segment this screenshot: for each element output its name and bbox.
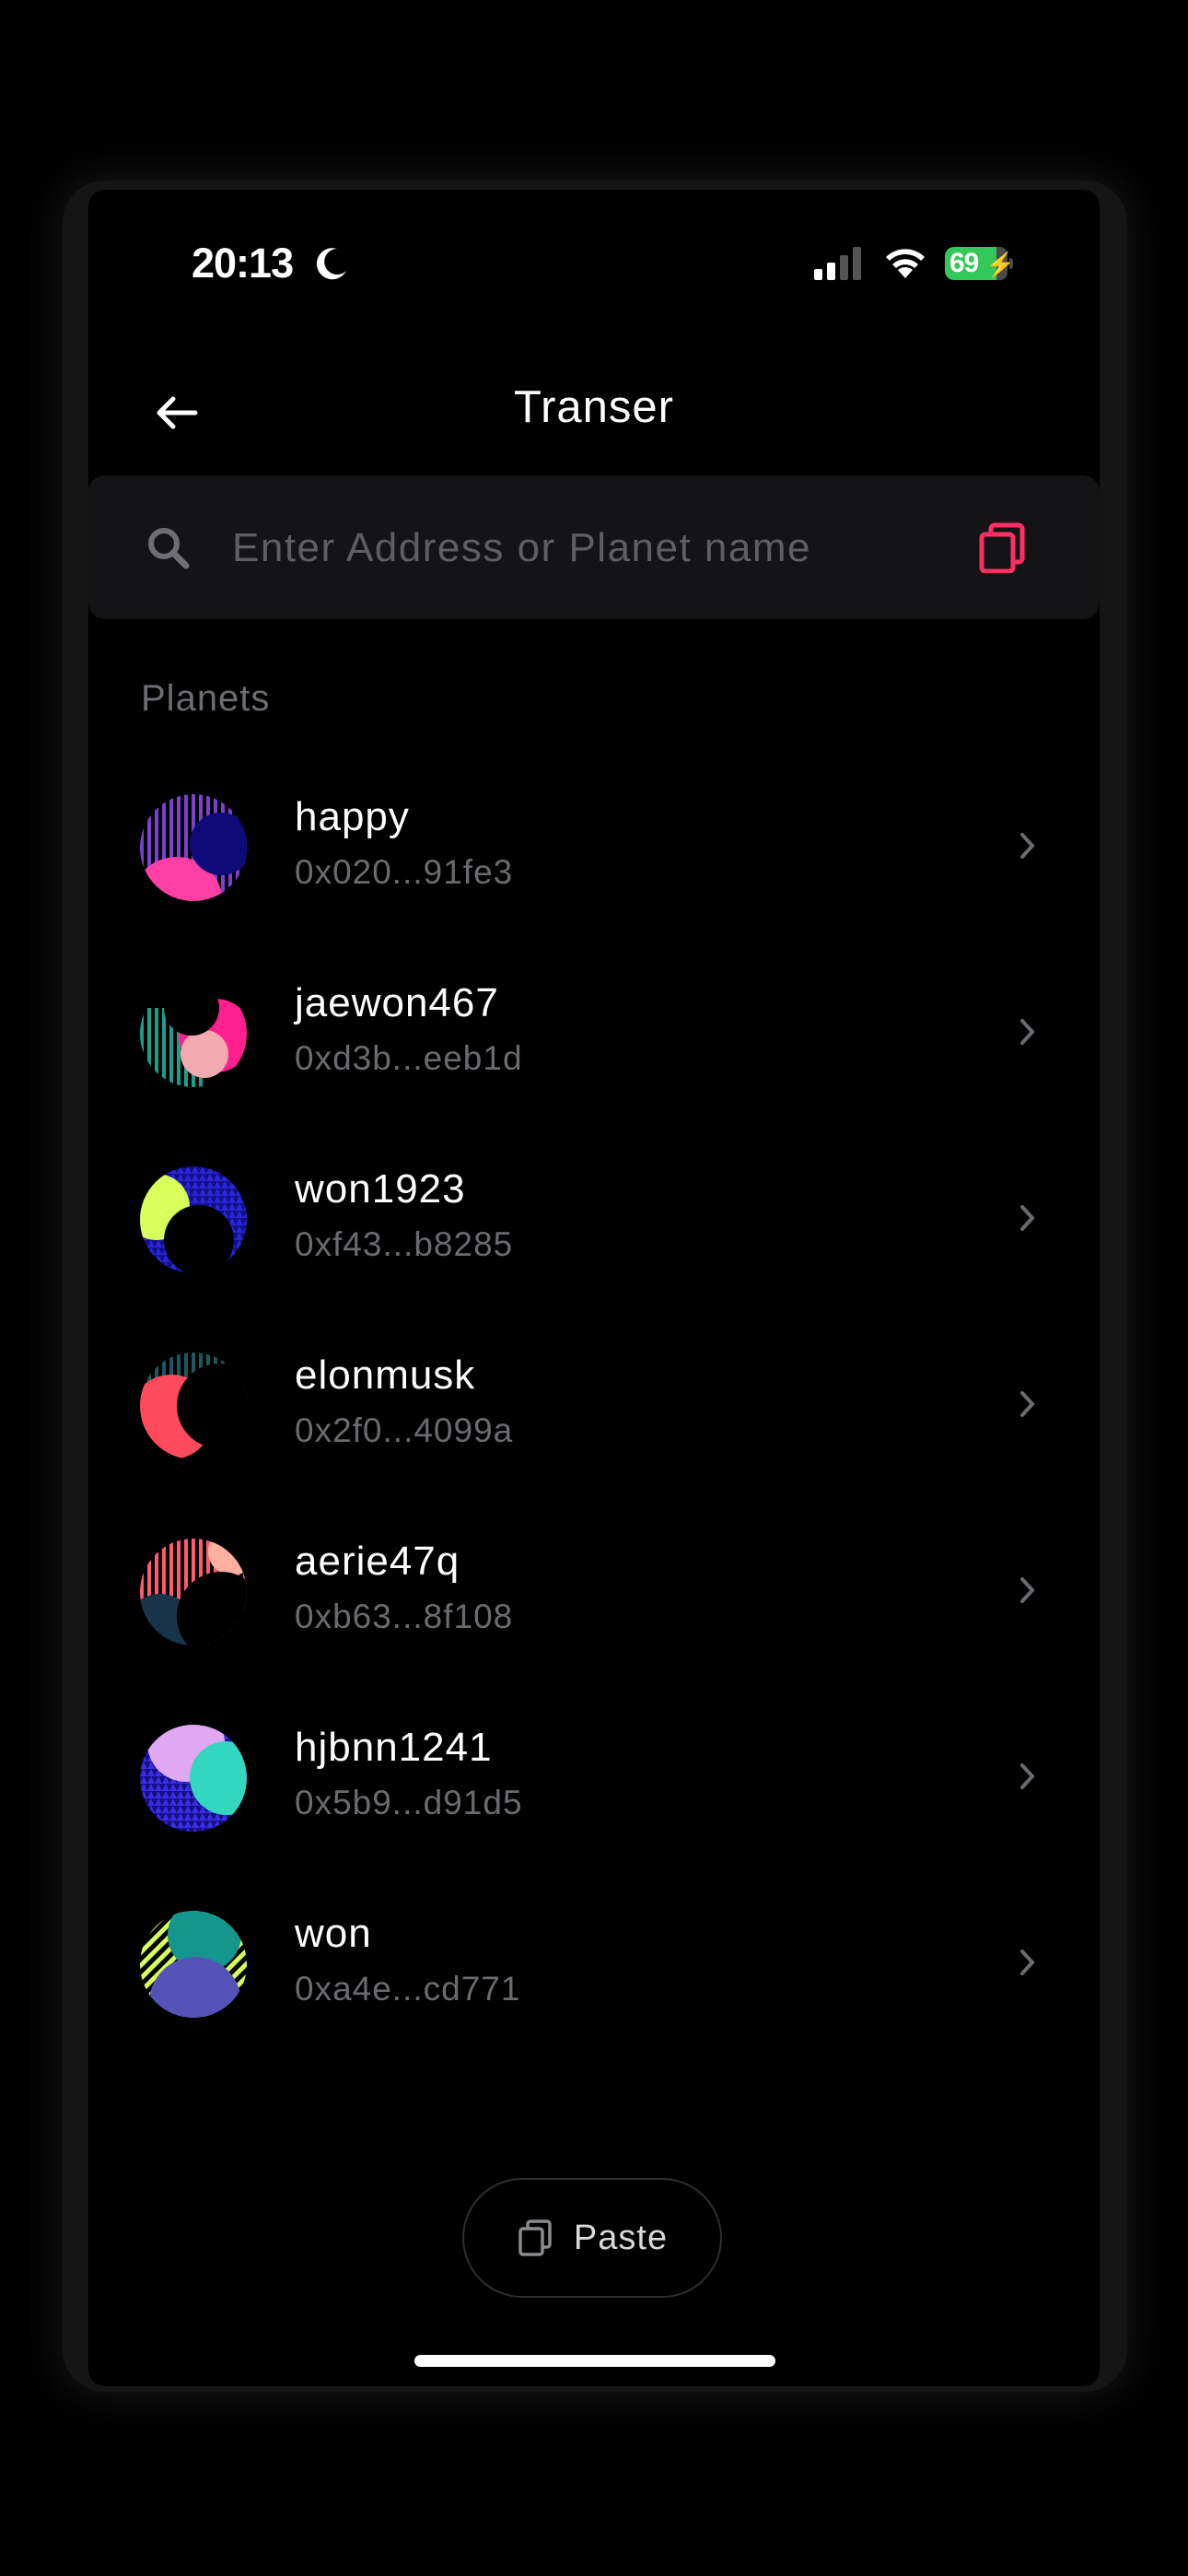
list-item[interactable]: jaewon467 0xd3b...eeb1d bbox=[88, 940, 1100, 1126]
chevron-right-icon bbox=[1020, 1205, 1035, 1231]
search-input[interactable] bbox=[230, 509, 934, 588]
battery-level: 69 bbox=[949, 248, 979, 278]
paste-button-label: Paste bbox=[573, 2218, 669, 2257]
search-bar[interactable] bbox=[88, 475, 1100, 619]
planet-name: won bbox=[295, 1911, 372, 1956]
search-icon bbox=[148, 528, 190, 569]
list-item[interactable]: hjbnn1241 0x5b9...d91d5 bbox=[88, 1684, 1100, 1870]
chevron-right-icon bbox=[1020, 1950, 1035, 1975]
moon-icon bbox=[316, 248, 346, 280]
chevron-right-icon bbox=[1020, 1391, 1035, 1417]
app-screen: 20:13 69 ⚡ Transer Planets bbox=[88, 190, 1100, 2386]
chevron-right-icon bbox=[1020, 1577, 1035, 1603]
planet-avatar-icon bbox=[140, 1352, 247, 1459]
planet-address: 0xa4e...cd771 bbox=[295, 1970, 521, 2008]
planet-avatar-icon bbox=[140, 980, 247, 1087]
planet-address: 0xd3b...eeb1d bbox=[295, 1039, 523, 1077]
planet-avatar-icon bbox=[140, 1911, 247, 2018]
home-indicator[interactable] bbox=[414, 2355, 775, 2367]
planet-avatar-icon bbox=[140, 1166, 247, 1273]
chevron-right-icon bbox=[1020, 1763, 1035, 1789]
section-label-planets: Planets bbox=[141, 678, 271, 719]
planet-name: aerie47q bbox=[295, 1539, 460, 1584]
planet-address: 0x2f0...4099a bbox=[295, 1411, 514, 1449]
list-item[interactable]: won 0xa4e...cd771 bbox=[88, 1870, 1100, 2056]
planet-address: 0xb63...8f108 bbox=[295, 1598, 514, 1635]
planet-list: happy 0x020...91fe3 jaewon467 0xd3b...ee… bbox=[88, 754, 1100, 2056]
list-item[interactable]: happy 0x020...91fe3 bbox=[88, 754, 1100, 940]
paste-button[interactable]: Paste bbox=[462, 2178, 722, 2298]
copy-icon[interactable] bbox=[978, 521, 1028, 573]
planet-name: hjbnn1241 bbox=[295, 1725, 493, 1770]
planet-name: elonmusk bbox=[295, 1352, 476, 1398]
planet-name: happy bbox=[295, 794, 410, 839]
cellular-signal-icon bbox=[814, 247, 861, 280]
list-item[interactable]: won1923 0xf43...b8285 bbox=[88, 1126, 1100, 1312]
planet-avatar-icon bbox=[140, 1539, 247, 1645]
planet-avatar-icon bbox=[140, 1725, 247, 1832]
planet-address: 0x5b9...d91d5 bbox=[295, 1784, 523, 1821]
wifi-icon bbox=[886, 249, 925, 278]
status-time: 20:13 bbox=[192, 240, 294, 287]
planet-avatar-icon bbox=[140, 794, 247, 901]
page-title: Transer bbox=[513, 382, 674, 432]
planet-address: 0xf43...b8285 bbox=[295, 1225, 514, 1263]
planet-name: won1923 bbox=[295, 1166, 466, 1212]
planet-address: 0x020...91fe3 bbox=[295, 853, 514, 891]
planet-name: jaewon467 bbox=[295, 980, 499, 1025]
list-item[interactable]: elonmusk 0x2f0...4099a bbox=[88, 1312, 1100, 1498]
chevron-right-icon bbox=[1020, 1019, 1035, 1045]
chevron-right-icon bbox=[1020, 833, 1035, 859]
charging-bolt-icon: ⚡ bbox=[985, 251, 1016, 278]
list-item[interactable]: aerie47q 0xb63...8f108 bbox=[88, 1498, 1100, 1684]
paste-icon bbox=[518, 2219, 552, 2256]
